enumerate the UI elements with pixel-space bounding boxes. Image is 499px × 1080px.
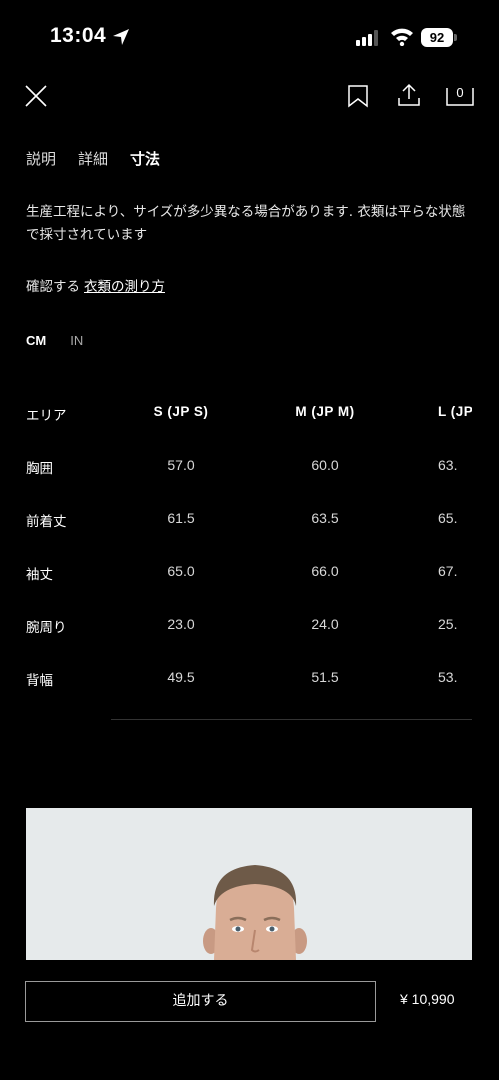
tab-details[interactable]: 詳細	[78, 148, 108, 169]
measure-guide-line: 確認する 衣類の測り方	[26, 275, 165, 295]
battery-nub	[454, 34, 457, 41]
row-area-label: 背幅	[26, 673, 53, 689]
row-area-label: 腕周り	[26, 620, 67, 636]
tab-dimensions[interactable]: 寸法	[130, 148, 160, 169]
cart-count[interactable]: 0	[446, 85, 474, 100]
tab-description[interactable]: 説明	[26, 148, 56, 169]
price: ¥ 10,990	[400, 991, 455, 1007]
tab-bar: 説明 詳細 寸法	[26, 148, 160, 169]
row-value-s: 23.0	[167, 616, 195, 632]
table-row: 背幅 49.5 51.5 53.	[0, 669, 472, 699]
row-area-label: 前着丈	[26, 514, 67, 530]
header-size-m: M (JP M)	[295, 404, 355, 419]
row-value-m: 66.0	[311, 563, 339, 579]
product-image[interactable]	[26, 808, 472, 960]
row-value-m: 60.0	[311, 457, 339, 473]
row-value-s: 65.0	[167, 563, 195, 579]
row-value-l: 67.	[438, 563, 458, 579]
table-row: 胸囲 57.0 60.0 63.	[0, 457, 472, 487]
row-value-l: 63.	[438, 457, 458, 473]
close-icon[interactable]	[24, 84, 48, 108]
unit-cm[interactable]: CM	[26, 333, 46, 348]
header-area: エリア	[26, 408, 67, 424]
share-icon[interactable]	[397, 82, 421, 108]
status-bar: 13:04 92	[0, 0, 499, 76]
status-time: 13:04	[50, 24, 107, 47]
battery-indicator: 92	[421, 28, 453, 47]
row-value-l: 53.	[438, 669, 458, 685]
cellular-signal-icon	[356, 30, 378, 46]
header-size-l: L (JP	[438, 404, 472, 419]
unit-toggle: CM IN	[26, 333, 83, 348]
row-value-m: 63.5	[311, 510, 339, 526]
measure-guide-prefix: 確認する	[26, 279, 80, 295]
wifi-icon	[391, 28, 413, 46]
row-value-s: 61.5	[167, 510, 195, 526]
location-arrow-icon	[113, 29, 129, 45]
size-table[interactable]: エリア S (JP S) M (JP M) L (JP 胸囲 57.0 60.0…	[0, 395, 472, 705]
add-to-cart-button[interactable]: 追加する	[25, 981, 376, 1022]
measure-guide-link[interactable]: 衣類の測り方	[84, 279, 165, 295]
table-row: 袖丈 65.0 66.0 67.	[0, 563, 472, 593]
table-row: 前着丈 61.5 63.5 65.	[0, 510, 472, 540]
row-area-label: 袖丈	[26, 567, 53, 583]
row-value-m: 24.0	[311, 616, 339, 632]
model-photo	[26, 808, 472, 960]
row-value-m: 51.5	[311, 669, 339, 685]
bookmark-icon[interactable]	[347, 84, 369, 108]
row-value-l: 65.	[438, 510, 458, 526]
row-value-l: 25.	[438, 616, 458, 632]
table-scroll-divider	[111, 719, 472, 720]
row-value-s: 49.5	[167, 669, 195, 685]
size-note: 生産工程により、サイズが多少異なる場合があります. 衣類は平らな状態で採寸されて…	[26, 204, 466, 243]
header-size-s: S (JP S)	[153, 404, 209, 419]
table-row: 腕周り 23.0 24.0 25.	[0, 616, 472, 646]
unit-in[interactable]: IN	[70, 333, 83, 348]
row-area-label: 胸囲	[26, 461, 53, 477]
table-header-row: エリア S (JP S) M (JP M) L (JP	[0, 404, 472, 434]
row-value-s: 57.0	[167, 457, 195, 473]
